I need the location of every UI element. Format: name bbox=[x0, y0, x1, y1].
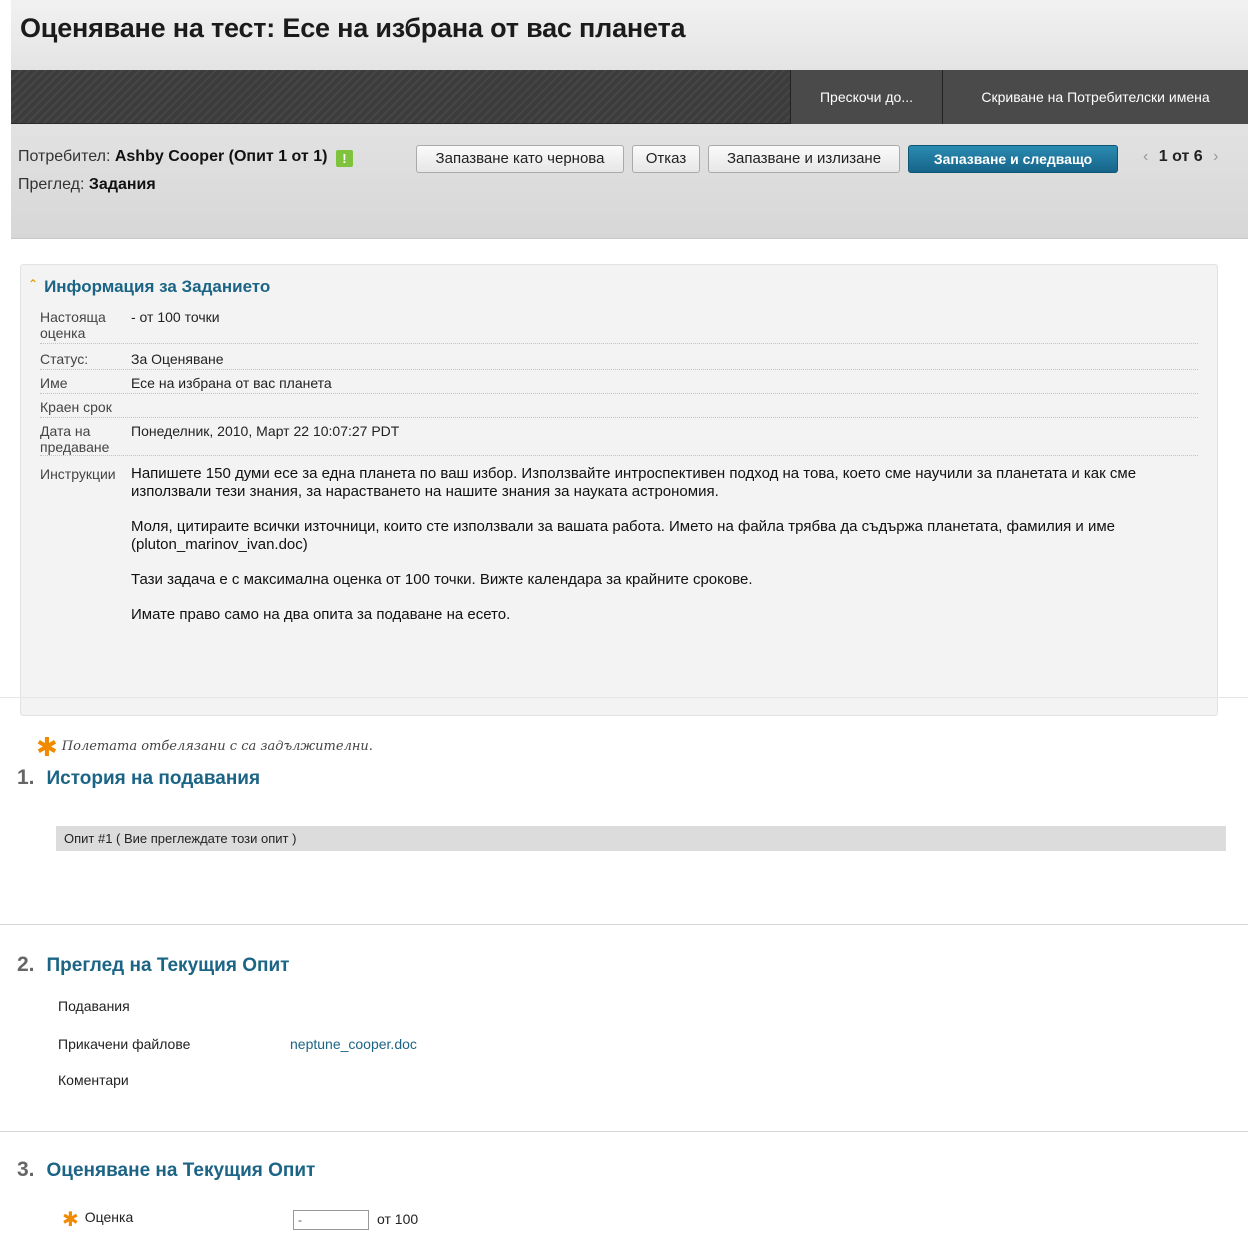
info-row-value: Есе на избрана от вас планета bbox=[131, 375, 332, 391]
user-label: Потребител: bbox=[18, 148, 111, 165]
comments-label: Коментари bbox=[58, 1072, 129, 1088]
save-exit-button[interactable]: Запазване и излизане bbox=[708, 145, 900, 173]
grade-label-text: Оценка bbox=[84, 1209, 134, 1225]
grade-max-text: от 100 bbox=[377, 1211, 419, 1227]
section-title: Преглед на Текущия Опит bbox=[46, 955, 290, 976]
section-number: 3. bbox=[17, 1158, 35, 1181]
instructions-paragraph: Тази задача е с максимална оценка от 100… bbox=[131, 571, 753, 588]
title-bar: Оценяване на тест: Есе на избрана от вас… bbox=[11, 0, 1248, 70]
instructions-label: Инструкции bbox=[40, 466, 116, 482]
info-row-name: Име Есе на избрана от вас планета bbox=[40, 375, 1198, 394]
grade-input[interactable] bbox=[293, 1210, 369, 1230]
info-row-label: Краен срок bbox=[40, 399, 112, 415]
info-row-submitted-date: Дата на предаване Понеделник, 2010, Март… bbox=[40, 423, 1198, 456]
pager: ‹ 1 от 6 › bbox=[1137, 148, 1224, 166]
info-row-label: Име bbox=[40, 375, 68, 391]
attempt-row[interactable]: Опит #1 ( Вие преглеждате този опит ) bbox=[56, 826, 1226, 851]
info-row-value: - от 100 точки bbox=[131, 309, 220, 325]
view-label: Преглед: bbox=[18, 176, 85, 193]
required-asterisk-icon: ✱ bbox=[36, 733, 58, 763]
view-info: Преглед: Задания bbox=[18, 176, 156, 194]
save-next-button[interactable]: Запазване и следващо bbox=[908, 145, 1118, 173]
required-asterisk-icon: ✱ bbox=[62, 1207, 79, 1231]
grade-field-label: ✱ Оценка bbox=[62, 1207, 133, 1231]
divider bbox=[0, 697, 1248, 698]
info-row-value: Понеделник, 2010, Март 22 10:07:27 PDT bbox=[131, 423, 400, 439]
info-row-status: Статус: За Оценяване bbox=[40, 351, 1198, 370]
info-row-label: Дата на предаване bbox=[40, 423, 110, 455]
divider bbox=[0, 1131, 1248, 1132]
info-row-label: Настояща оценка bbox=[40, 309, 106, 341]
info-panel-header[interactable]: ⌃ Информация за Заданието bbox=[28, 277, 270, 297]
hide-usernames-button[interactable]: Скриване на Потребителски имена bbox=[942, 70, 1248, 124]
cancel-button[interactable]: Отказ bbox=[632, 145, 700, 173]
section-number: 2. bbox=[17, 953, 35, 976]
user-value: Ashby Cooper (Опит 1 от 1) bbox=[114, 148, 328, 165]
section-title: История на подавания bbox=[46, 768, 261, 789]
instructions-paragraph: Имате право само на два опита за подаван… bbox=[131, 606, 511, 623]
section-grade-attempt: 3. Оценяване на Текущия Опит bbox=[17, 1158, 315, 1182]
section-submission-history: 1. История на подавания bbox=[17, 766, 260, 790]
instructions-paragraph: Моля, цитираите всички източници, които … bbox=[131, 518, 1116, 553]
needs-grading-icon: ! bbox=[335, 150, 353, 167]
info-row-value: За Оценяване bbox=[131, 351, 224, 367]
section-number: 1. bbox=[17, 766, 35, 789]
user-info: Потребител: Ashby Cooper (Опит 1 от 1) ! bbox=[18, 148, 353, 167]
attachment-file-link[interactable]: neptune_cooper.doc bbox=[290, 1036, 417, 1052]
section-title: Оценяване на Текущия Опит bbox=[46, 1160, 316, 1181]
page-title: Оценяване на тест: Есе на избрана от вас… bbox=[20, 13, 686, 43]
collapse-icon[interactable]: ⌃ bbox=[28, 277, 38, 291]
chevron-left-icon[interactable]: ‹ bbox=[1137, 148, 1154, 165]
jump-to-menu[interactable]: Прескочи до... bbox=[790, 70, 942, 124]
divider bbox=[0, 924, 1248, 925]
info-row-current-grade: Настояща оценка - от 100 точки bbox=[40, 309, 1198, 344]
assignment-info-panel: ⌃ Информация за Заданието Настояща оценка… bbox=[20, 264, 1218, 716]
submissions-label: Подавания bbox=[58, 998, 130, 1014]
instructions: Инструкции Напишете 150 думи есе за една… bbox=[40, 465, 1198, 641]
instructions-paragraph: Напишете 150 думи есе за една планета по… bbox=[131, 465, 1137, 500]
chevron-right-icon[interactable]: › bbox=[1207, 148, 1224, 165]
save-draft-button[interactable]: Запазване като чернова bbox=[416, 145, 624, 173]
pager-position: 1 от 6 bbox=[1158, 148, 1203, 165]
required-fields-note: ✱ Полетата отбелязани с са задължителни. bbox=[36, 733, 373, 763]
nav-strip: Прескочи до... Скриване на Потребителски… bbox=[11, 70, 1248, 124]
action-bar: Потребител: Ashby Cooper (Опит 1 от 1) !… bbox=[11, 124, 1248, 239]
required-note-text: Полетата отбелязани с са задължителни. bbox=[61, 739, 373, 754]
section-current-attempt: 2. Преглед на Текущия Опит bbox=[17, 953, 289, 977]
info-row-label: Статус: bbox=[40, 351, 89, 367]
info-row-due-date: Краен срок bbox=[40, 399, 1198, 418]
info-panel-title: Информация за Заданието bbox=[44, 277, 271, 296]
attachments-label: Прикачени файлове bbox=[58, 1036, 191, 1052]
view-value: Задания bbox=[88, 176, 156, 193]
